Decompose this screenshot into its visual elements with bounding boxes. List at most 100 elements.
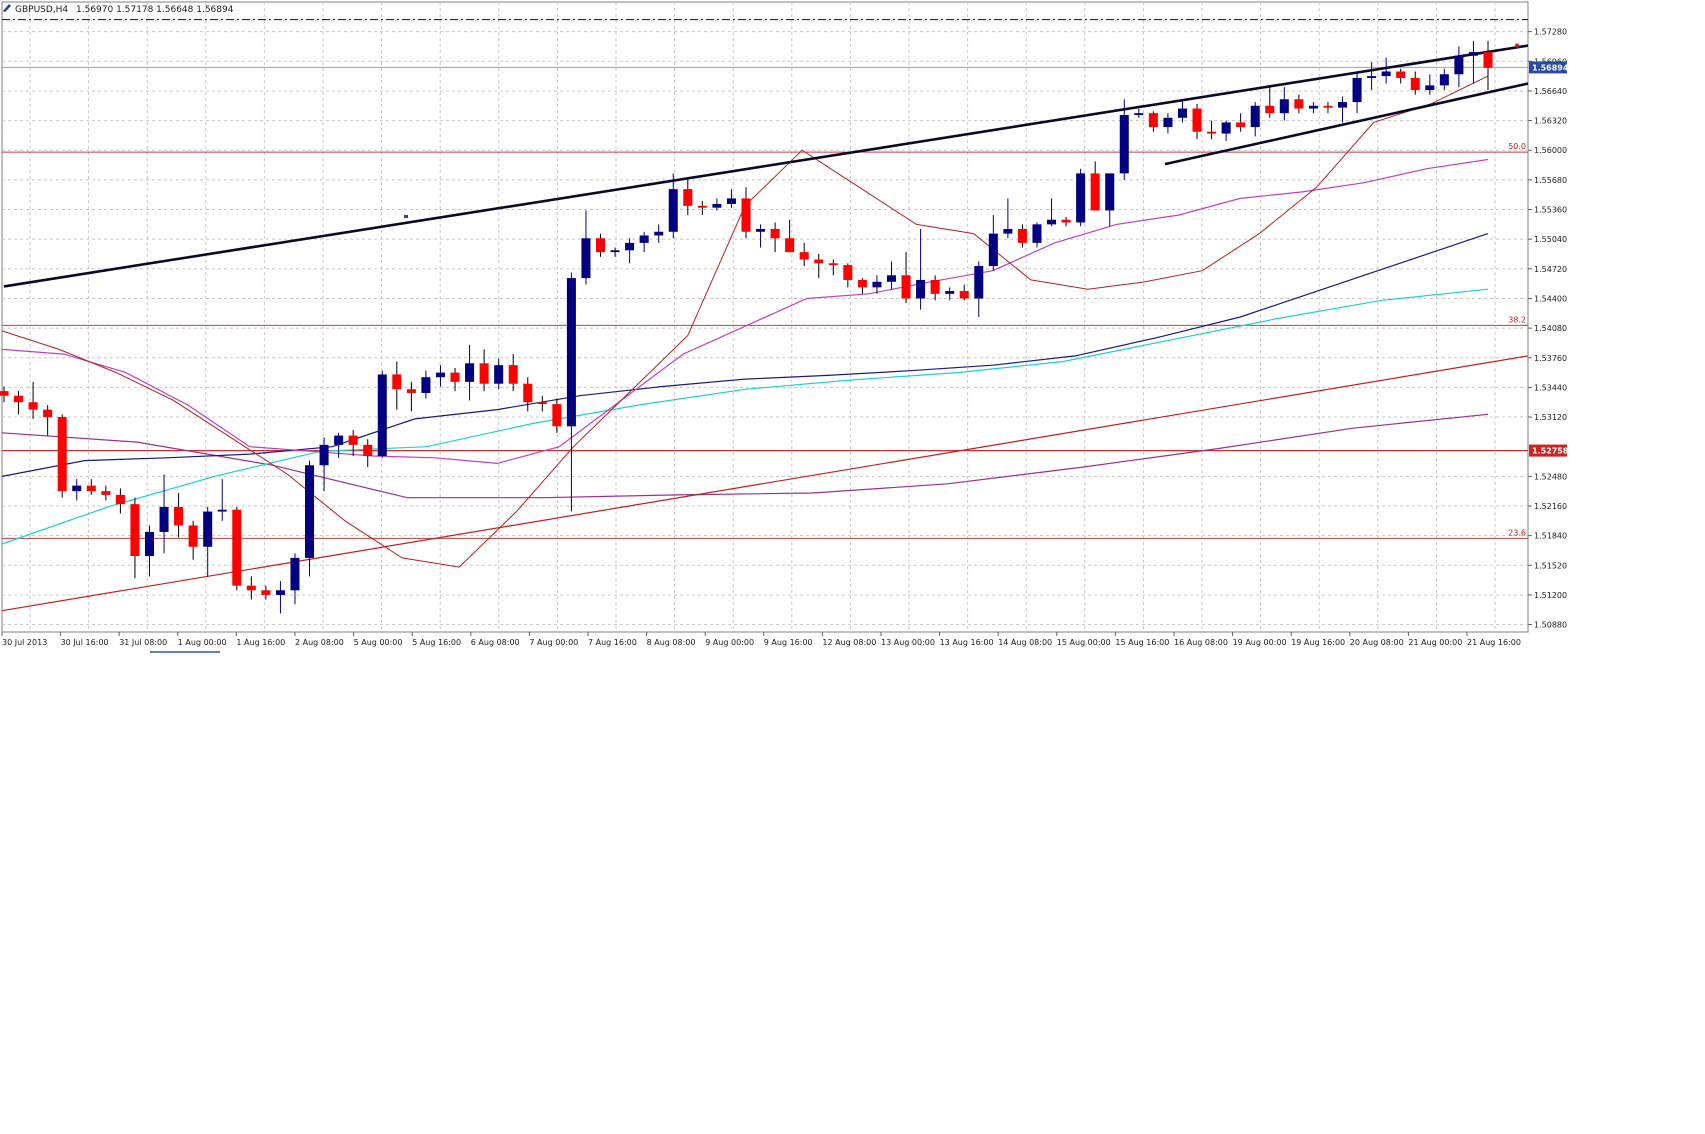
candle-body <box>261 590 271 595</box>
candle-body <box>1105 173 1115 211</box>
chart-header: GBPUSD,H4 1.56970 1.57178 1.56648 1.5689… <box>3 4 234 15</box>
x-tick-label: 13 Aug 00:00 <box>881 638 935 647</box>
fib-level-label: 23.6 <box>1508 528 1526 537</box>
candle-body <box>159 506 169 532</box>
fib-level-label: 38.2 <box>1508 315 1526 324</box>
candle-body <box>974 266 984 299</box>
candle-body <box>712 203 722 208</box>
y-tick-label: 1.51200 <box>1534 591 1567 600</box>
candle-body <box>465 363 475 382</box>
y-tick-label: 1.53120 <box>1534 413 1567 422</box>
candle-body <box>799 252 809 260</box>
x-tick-label: 2 Aug 08:00 <box>295 638 344 647</box>
x-tick-label: 9 Aug 00:00 <box>705 638 754 647</box>
candle-body <box>421 377 431 393</box>
y-tick-label: 1.50880 <box>1534 621 1567 630</box>
y-tick-label: 1.56320 <box>1534 117 1567 126</box>
candle-body <box>1483 52 1493 68</box>
candle-body <box>43 409 53 418</box>
candle-body <box>930 279 940 294</box>
candle-body <box>450 372 460 382</box>
chart-window[interactable]: 50.038.223.6 1.572801.569601.566401.5632… <box>0 0 1705 1130</box>
candle-body <box>843 265 853 280</box>
highlight-price-tag: 1.52758 <box>1532 447 1569 456</box>
candle-body <box>334 435 344 445</box>
candle-body <box>639 235 649 243</box>
x-tick-label: 5 Aug 00:00 <box>354 638 403 647</box>
candle-body <box>1032 224 1042 243</box>
candle-body <box>1410 77 1420 91</box>
candle-body <box>348 435 358 445</box>
candle-body <box>1221 122 1231 134</box>
candle-body <box>217 509 227 512</box>
y-tick-label: 1.55040 <box>1534 235 1567 244</box>
candle-body <box>1381 71 1391 77</box>
y-tick-label: 1.55680 <box>1534 176 1567 185</box>
candle-body <box>246 585 256 591</box>
candle-body <box>770 228 780 239</box>
candle-body <box>901 275 911 299</box>
candle-body <box>857 279 867 288</box>
candle-body <box>1134 113 1144 116</box>
candle-body <box>654 231 664 236</box>
candle-body <box>479 363 489 384</box>
y-tick-label: 1.51520 <box>1534 561 1567 570</box>
candle-body <box>86 485 96 492</box>
candle-body <box>726 198 736 204</box>
candle-body <box>0 391 9 396</box>
candle-body <box>814 259 824 264</box>
candle-body <box>275 590 285 595</box>
candle-body <box>595 238 606 253</box>
x-tick-label: 13 Aug 16:00 <box>940 638 994 647</box>
x-tick-label: 21 Aug 00:00 <box>1408 638 1462 647</box>
candle-body <box>1323 105 1333 108</box>
candle-body <box>1003 228 1013 234</box>
candle-body <box>435 372 445 378</box>
current-bar-marker <box>1515 43 1519 48</box>
candle-body <box>1192 108 1202 132</box>
candle-body <box>828 263 838 266</box>
y-tick-label: 1.52160 <box>1534 502 1567 511</box>
candle-body <box>14 395 24 403</box>
candle-body <box>57 417 67 492</box>
candle-body <box>581 238 591 279</box>
y-tick-label: 1.56640 <box>1534 87 1567 96</box>
candle-body <box>523 383 533 403</box>
x-tick-label: 1 Aug 00:00 <box>178 638 227 647</box>
candle-body <box>1439 74 1449 86</box>
candle-body <box>232 509 242 586</box>
candle-body <box>28 402 38 410</box>
candle-body <box>1061 219 1071 223</box>
candle-body <box>406 389 416 393</box>
candle-body <box>305 465 315 558</box>
candle-body <box>756 228 766 232</box>
x-tick-label: 19 Aug 16:00 <box>1291 638 1345 647</box>
candle-body <box>174 506 184 526</box>
candle-body <box>741 198 751 232</box>
candle-body <box>1468 52 1478 56</box>
price-chart[interactable]: 50.038.223.6 1.572801.569601.566401.5632… <box>0 0 1705 1130</box>
y-tick-label: 1.55360 <box>1534 206 1567 215</box>
candle-body <box>130 504 140 557</box>
candle-body <box>72 485 82 492</box>
y-tick-label: 1.54080 <box>1534 324 1567 333</box>
candle-body <box>1294 99 1304 109</box>
candle-body <box>508 365 518 384</box>
x-tick-label: 1 Aug 16:00 <box>236 638 285 647</box>
candle-body <box>610 250 620 253</box>
candle-body <box>1425 85 1435 91</box>
candle-body <box>115 494 125 505</box>
x-tick-label: 15 Aug 16:00 <box>1115 638 1169 647</box>
x-tick-label: 15 Aug 00:00 <box>1057 638 1111 647</box>
candle-body <box>916 279 926 299</box>
x-tick-label: 7 Aug 16:00 <box>588 638 637 647</box>
candle-body <box>101 491 111 495</box>
candle-body <box>319 444 329 466</box>
candle-body <box>290 557 300 591</box>
candle-body <box>363 444 373 456</box>
x-tick-label: 31 Jul 08:00 <box>119 638 167 647</box>
candle-body <box>1454 55 1464 75</box>
candle-body <box>1119 115 1129 174</box>
fib-level-label: 50.0 <box>1508 142 1526 151</box>
x-tick-label: 20 Aug 08:00 <box>1350 638 1404 647</box>
